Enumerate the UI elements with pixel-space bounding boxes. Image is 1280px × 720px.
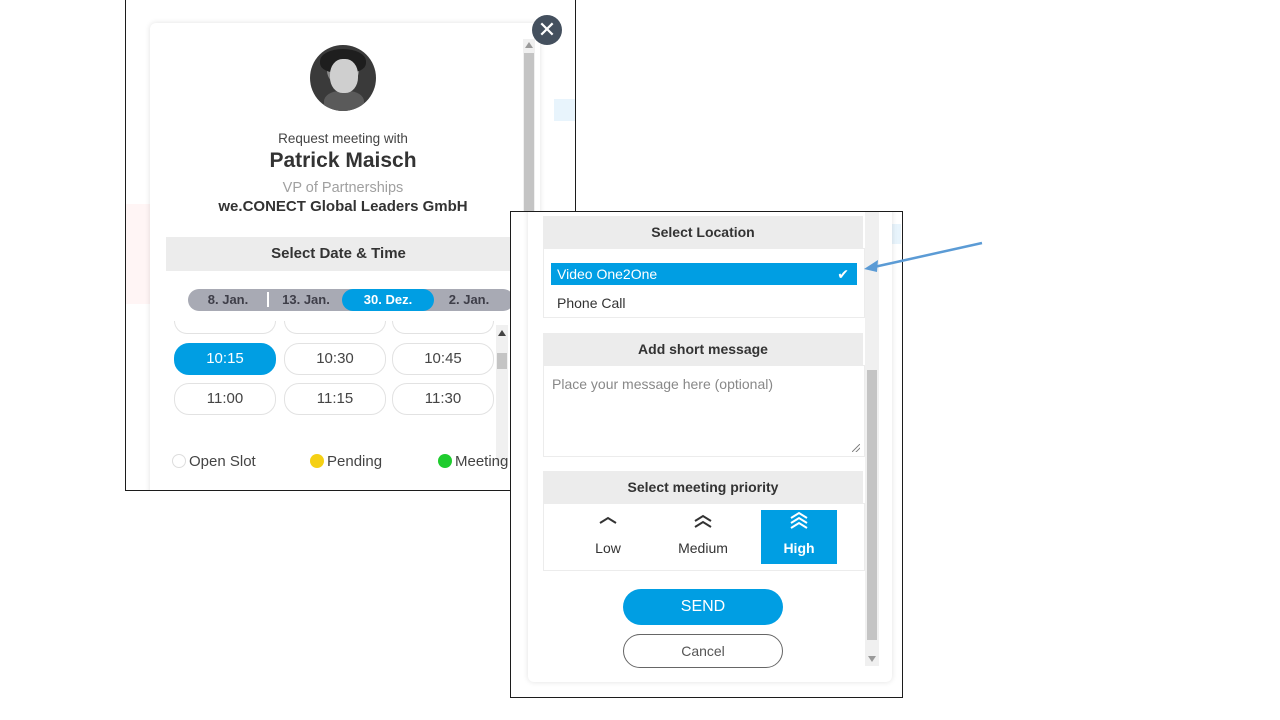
meeting-request-card: Request meeting with Patrick Maisch VP o…: [150, 23, 540, 490]
chevron-up-icon: [570, 510, 646, 534]
time-slot-11-30[interactable]: 11:30: [392, 383, 494, 415]
date-tab-30-dez[interactable]: 30. Dez.: [342, 289, 434, 311]
double-chevron-up-icon: [665, 510, 741, 534]
cancel-button[interactable]: Cancel: [623, 634, 783, 668]
location-list: Video One2One ✔ Phone Call: [543, 248, 865, 318]
checkmark-icon: ✔: [837, 266, 849, 282]
location-option-video[interactable]: Video One2One ✔: [551, 263, 857, 285]
time-slot-10-45[interactable]: 10:45: [392, 343, 494, 375]
date-tab-2-jan[interactable]: 2. Jan.: [434, 289, 504, 311]
time-slot[interactable]: [174, 321, 276, 334]
pending-dot-icon: [310, 454, 324, 468]
location-option-phone[interactable]: Phone Call: [551, 292, 857, 314]
contact-role: VP of Partnerships: [282, 180, 404, 196]
priority-selector: Low Medium High: [543, 503, 865, 571]
form-scrollbar[interactable]: [865, 212, 879, 666]
priority-label: Low: [595, 540, 621, 556]
legend-label: Open Slot: [189, 453, 256, 470]
date-time-section-title: Select Date & Time: [166, 237, 511, 271]
location-section-title: Select Location: [543, 216, 863, 248]
time-slot-10-30[interactable]: 10:30: [284, 343, 386, 375]
close-icon: ✕: [537, 17, 557, 42]
priority-section-title: Select meeting priority: [543, 471, 863, 503]
legend-pending: Pending: [310, 452, 382, 472]
priority-label: Medium: [678, 540, 728, 556]
date-tab-8-jan[interactable]: 8. Jan.: [188, 289, 268, 311]
time-slot-10-15[interactable]: 10:15: [174, 343, 276, 375]
meeting-request-screenshot: Request meeting with Patrick Maisch VP o…: [125, 0, 576, 491]
resize-handle-icon[interactable]: [852, 444, 860, 452]
legend-open-slot: Open Slot: [172, 452, 256, 472]
legend-label: Meeting: [455, 453, 509, 470]
priority-label: High: [783, 540, 815, 556]
message-input[interactable]: Place your message here (optional): [543, 365, 865, 457]
scroll-up-icon[interactable]: [525, 42, 533, 48]
priority-high-button[interactable]: High: [761, 510, 837, 564]
annotation-arrow-icon: [864, 241, 983, 272]
contact-name: Patrick Maisch: [269, 149, 417, 172]
scroll-thumb[interactable]: [497, 353, 507, 369]
message-section-title: Add short message: [543, 333, 863, 365]
date-tab-13-jan[interactable]: 13. Jan.: [270, 289, 342, 311]
avatar: [310, 45, 376, 111]
triple-chevron-up-icon: [761, 510, 837, 534]
legend-meeting: Meeting: [438, 452, 508, 472]
time-slot-11-15[interactable]: 11:15: [284, 383, 386, 415]
scroll-up-icon[interactable]: [498, 330, 506, 336]
message-placeholder: Place your message here (optional): [552, 376, 774, 392]
request-label: Request meeting with: [278, 131, 408, 146]
legend-label: Pending: [327, 453, 383, 470]
priority-medium-button[interactable]: Medium: [665, 510, 741, 564]
location-option-label: Video One2One: [557, 266, 658, 282]
background-fragment: [554, 99, 575, 121]
send-button[interactable]: SEND: [623, 589, 783, 625]
scroll-thumb[interactable]: [867, 370, 877, 640]
time-slot-11-00[interactable]: 11:00: [174, 383, 276, 415]
meeting-form-card: Select Location Video One2One ✔ Phone Ca…: [528, 212, 892, 682]
time-slot[interactable]: [284, 321, 386, 334]
date-selector: 8. Jan. 13. Jan. 30. Dez. 2. Jan.: [188, 289, 514, 311]
scroll-down-icon[interactable]: [868, 656, 876, 662]
open-slot-dot-icon: [172, 454, 186, 468]
meeting-dot-icon: [438, 454, 452, 468]
meeting-form-screenshot: Select Location Video One2One ✔ Phone Ca…: [510, 211, 903, 698]
priority-low-button[interactable]: Low: [570, 510, 646, 564]
time-slot[interactable]: [392, 321, 494, 334]
close-button[interactable]: ✕: [532, 15, 562, 45]
date-divider: [267, 292, 269, 307]
time-slot-scrollbar[interactable]: [496, 325, 508, 465]
contact-company: we.CONECT Global Leaders GmbH: [218, 198, 468, 215]
